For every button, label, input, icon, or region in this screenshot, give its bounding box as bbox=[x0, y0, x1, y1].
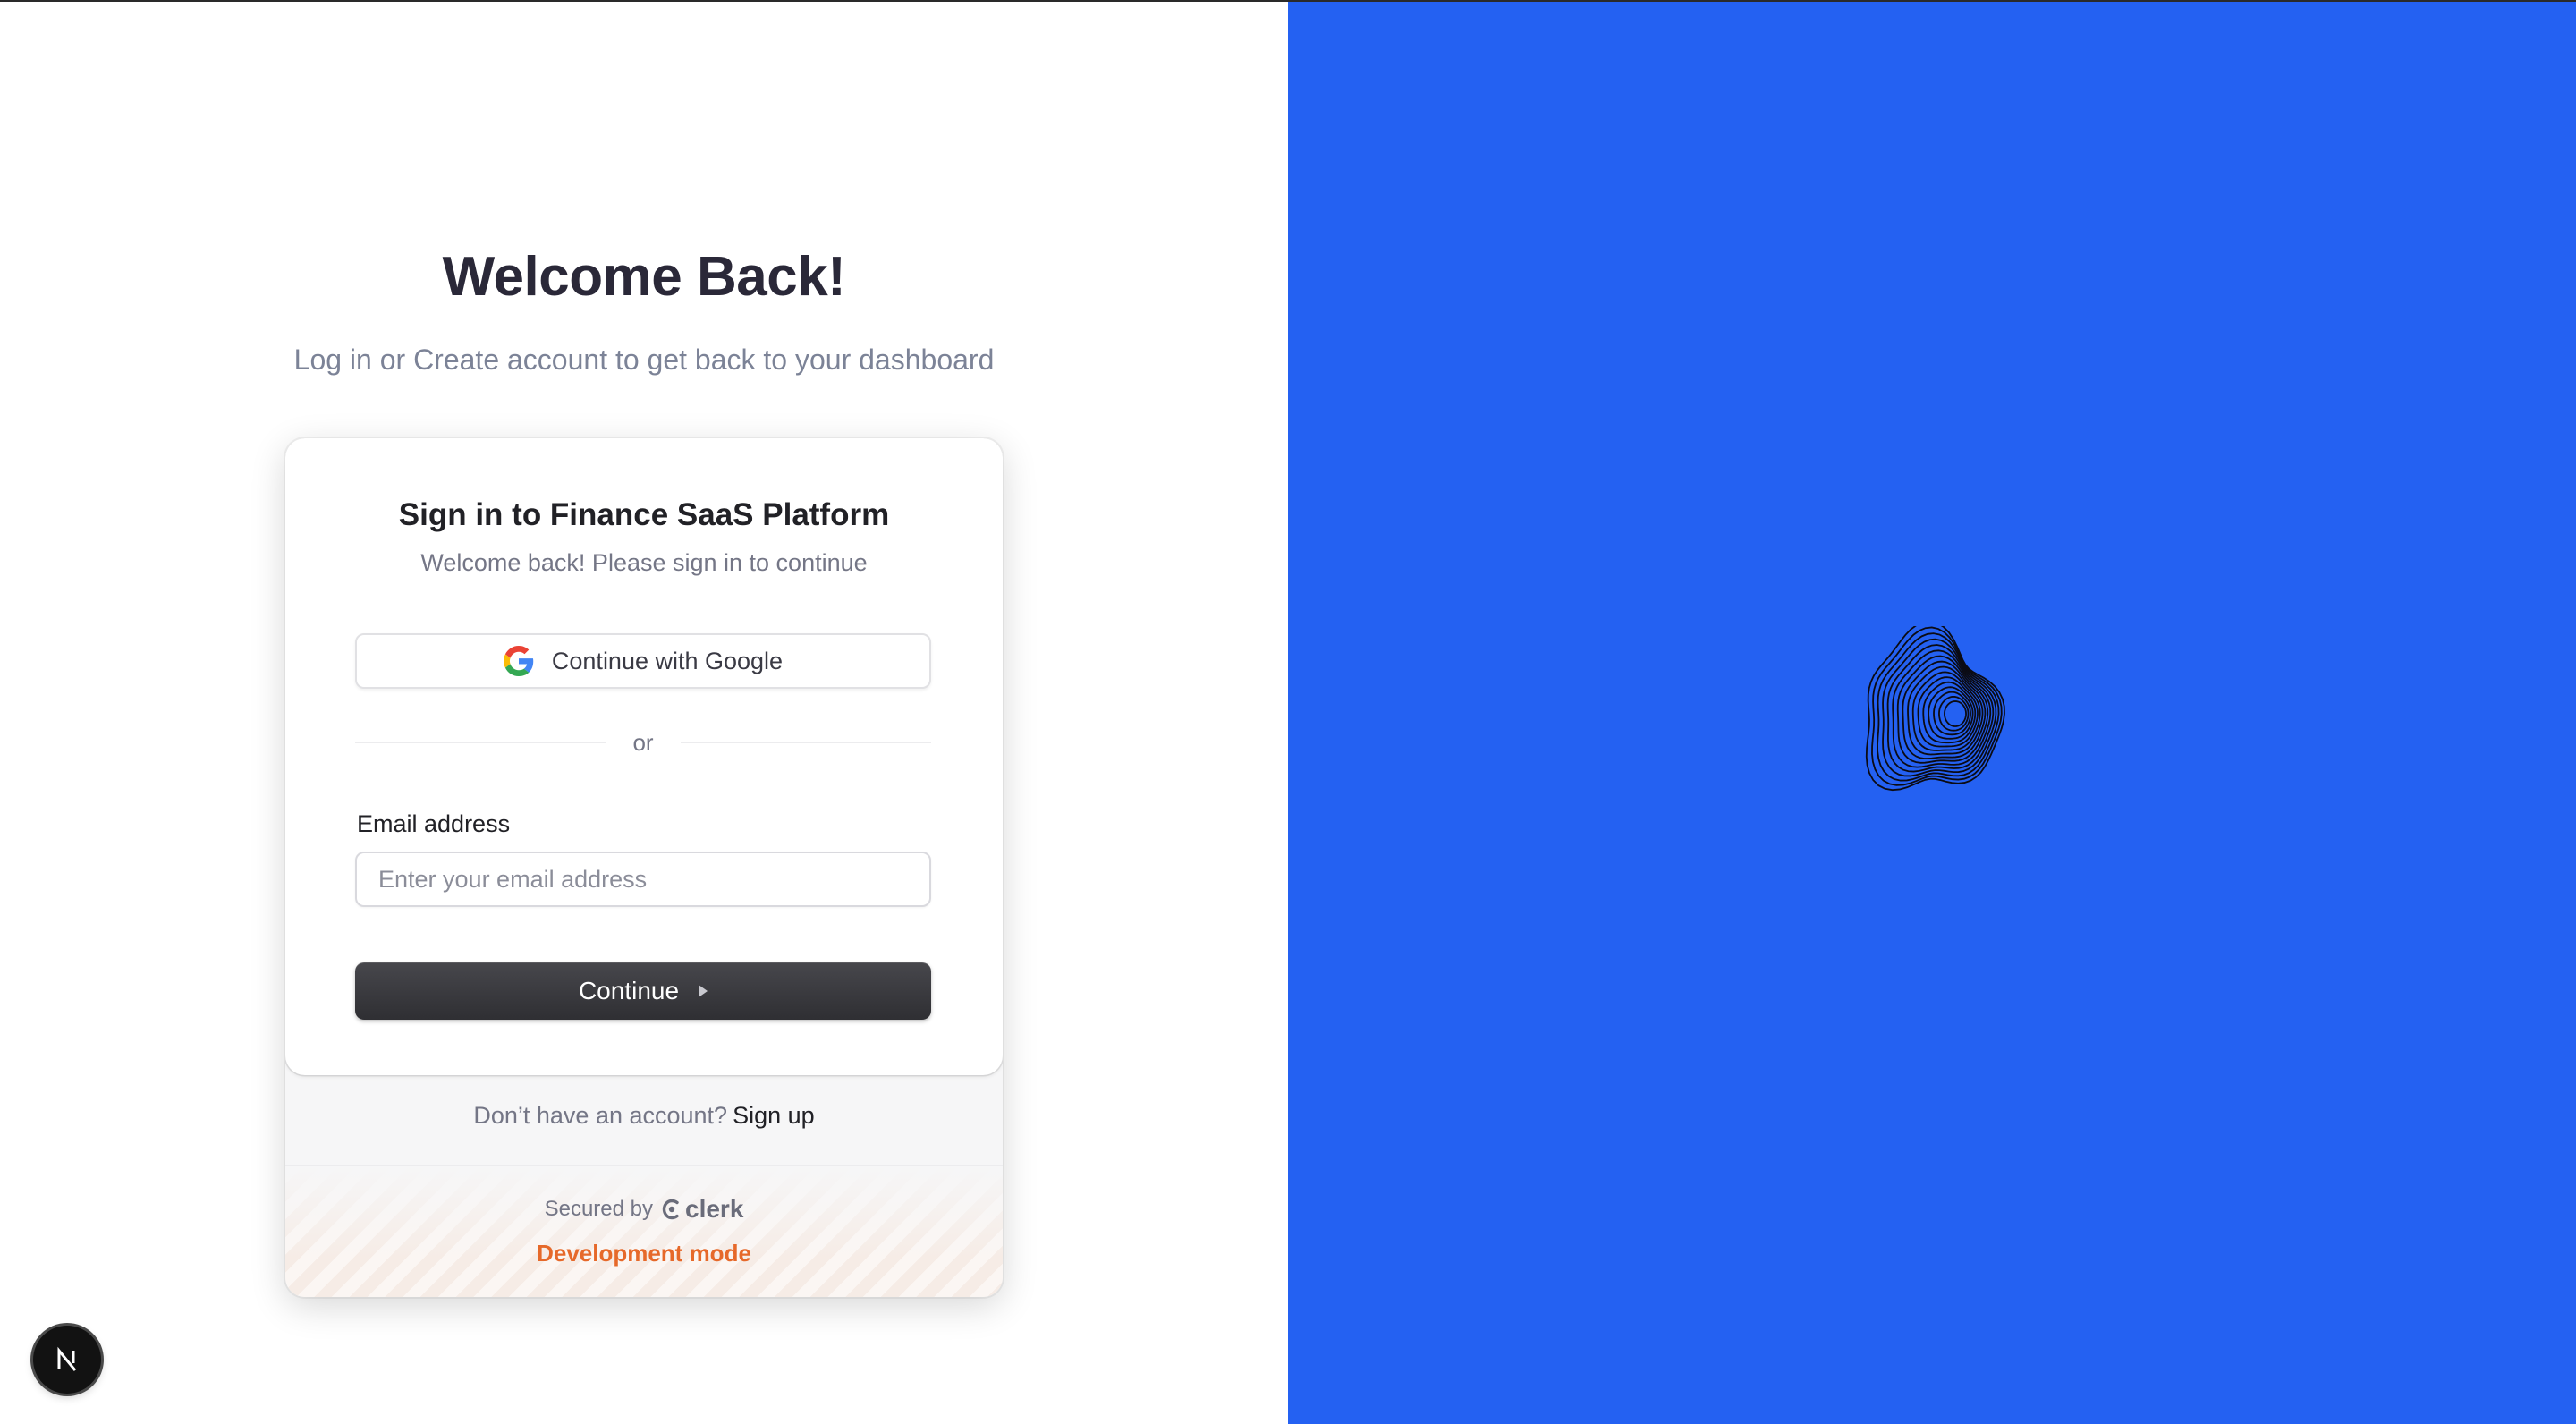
page: Welcome Back! Log in or Create account t… bbox=[0, 0, 2576, 1424]
logo-contour-ring bbox=[1944, 700, 1967, 727]
continue-button[interactable]: Continue bbox=[355, 962, 931, 1020]
clerk-logo[interactable]: clerk bbox=[662, 1195, 743, 1224]
development-mode-label: Development mode bbox=[537, 1240, 751, 1267]
abstract-logo-icon bbox=[1850, 620, 2011, 801]
google-icon bbox=[503, 646, 534, 676]
card-title: Sign in to Finance SaaS Platform bbox=[398, 497, 890, 532]
secured-by-text: Secured by bbox=[544, 1197, 653, 1221]
left-panel: Welcome Back! Log in or Create account t… bbox=[0, 2, 1288, 1424]
or-divider: or bbox=[355, 728, 931, 757]
divider-line-right bbox=[680, 742, 931, 743]
signin-card-container: Sign in to Finance SaaS Platform Welcome… bbox=[285, 438, 1003, 1297]
clerk-brand-text: clerk bbox=[685, 1195, 744, 1223]
card-subtitle: Welcome back! Please sign in to continue bbox=[420, 549, 868, 576]
secured-by-row: Secured by clerk bbox=[285, 1195, 1003, 1224]
continue-button-label: Continue bbox=[578, 977, 680, 1004]
signin-card: Sign in to Finance SaaS Platform Welcome… bbox=[285, 438, 1003, 1075]
page-heading: Welcome Back! bbox=[442, 246, 846, 308]
clerk-logo-icon bbox=[662, 1198, 682, 1221]
google-button-label: Continue with Google bbox=[551, 647, 784, 674]
signup-row: Don’t have an account? Sign up bbox=[285, 1102, 1003, 1130]
continue-with-google-button[interactable]: Continue with Google bbox=[355, 633, 931, 689]
email-label: Email address bbox=[357, 810, 511, 837]
email-input[interactable] bbox=[355, 852, 931, 907]
right-brand-panel bbox=[1288, 2, 2576, 1424]
page-subheading: Log in or Create account to get back to … bbox=[293, 343, 995, 376]
card-footer: Secured by clerk Development mode bbox=[285, 1165, 1003, 1297]
divider-or-text: or bbox=[632, 728, 654, 756]
nextjs-dev-badge[interactable] bbox=[33, 1326, 101, 1394]
divider-line-left bbox=[355, 742, 606, 743]
sign-up-link[interactable]: Sign up bbox=[733, 1102, 815, 1129]
play-arrow-icon bbox=[699, 985, 708, 997]
no-account-text: Don’t have an account? bbox=[473, 1102, 728, 1129]
nextjs-icon bbox=[51, 1343, 83, 1376]
